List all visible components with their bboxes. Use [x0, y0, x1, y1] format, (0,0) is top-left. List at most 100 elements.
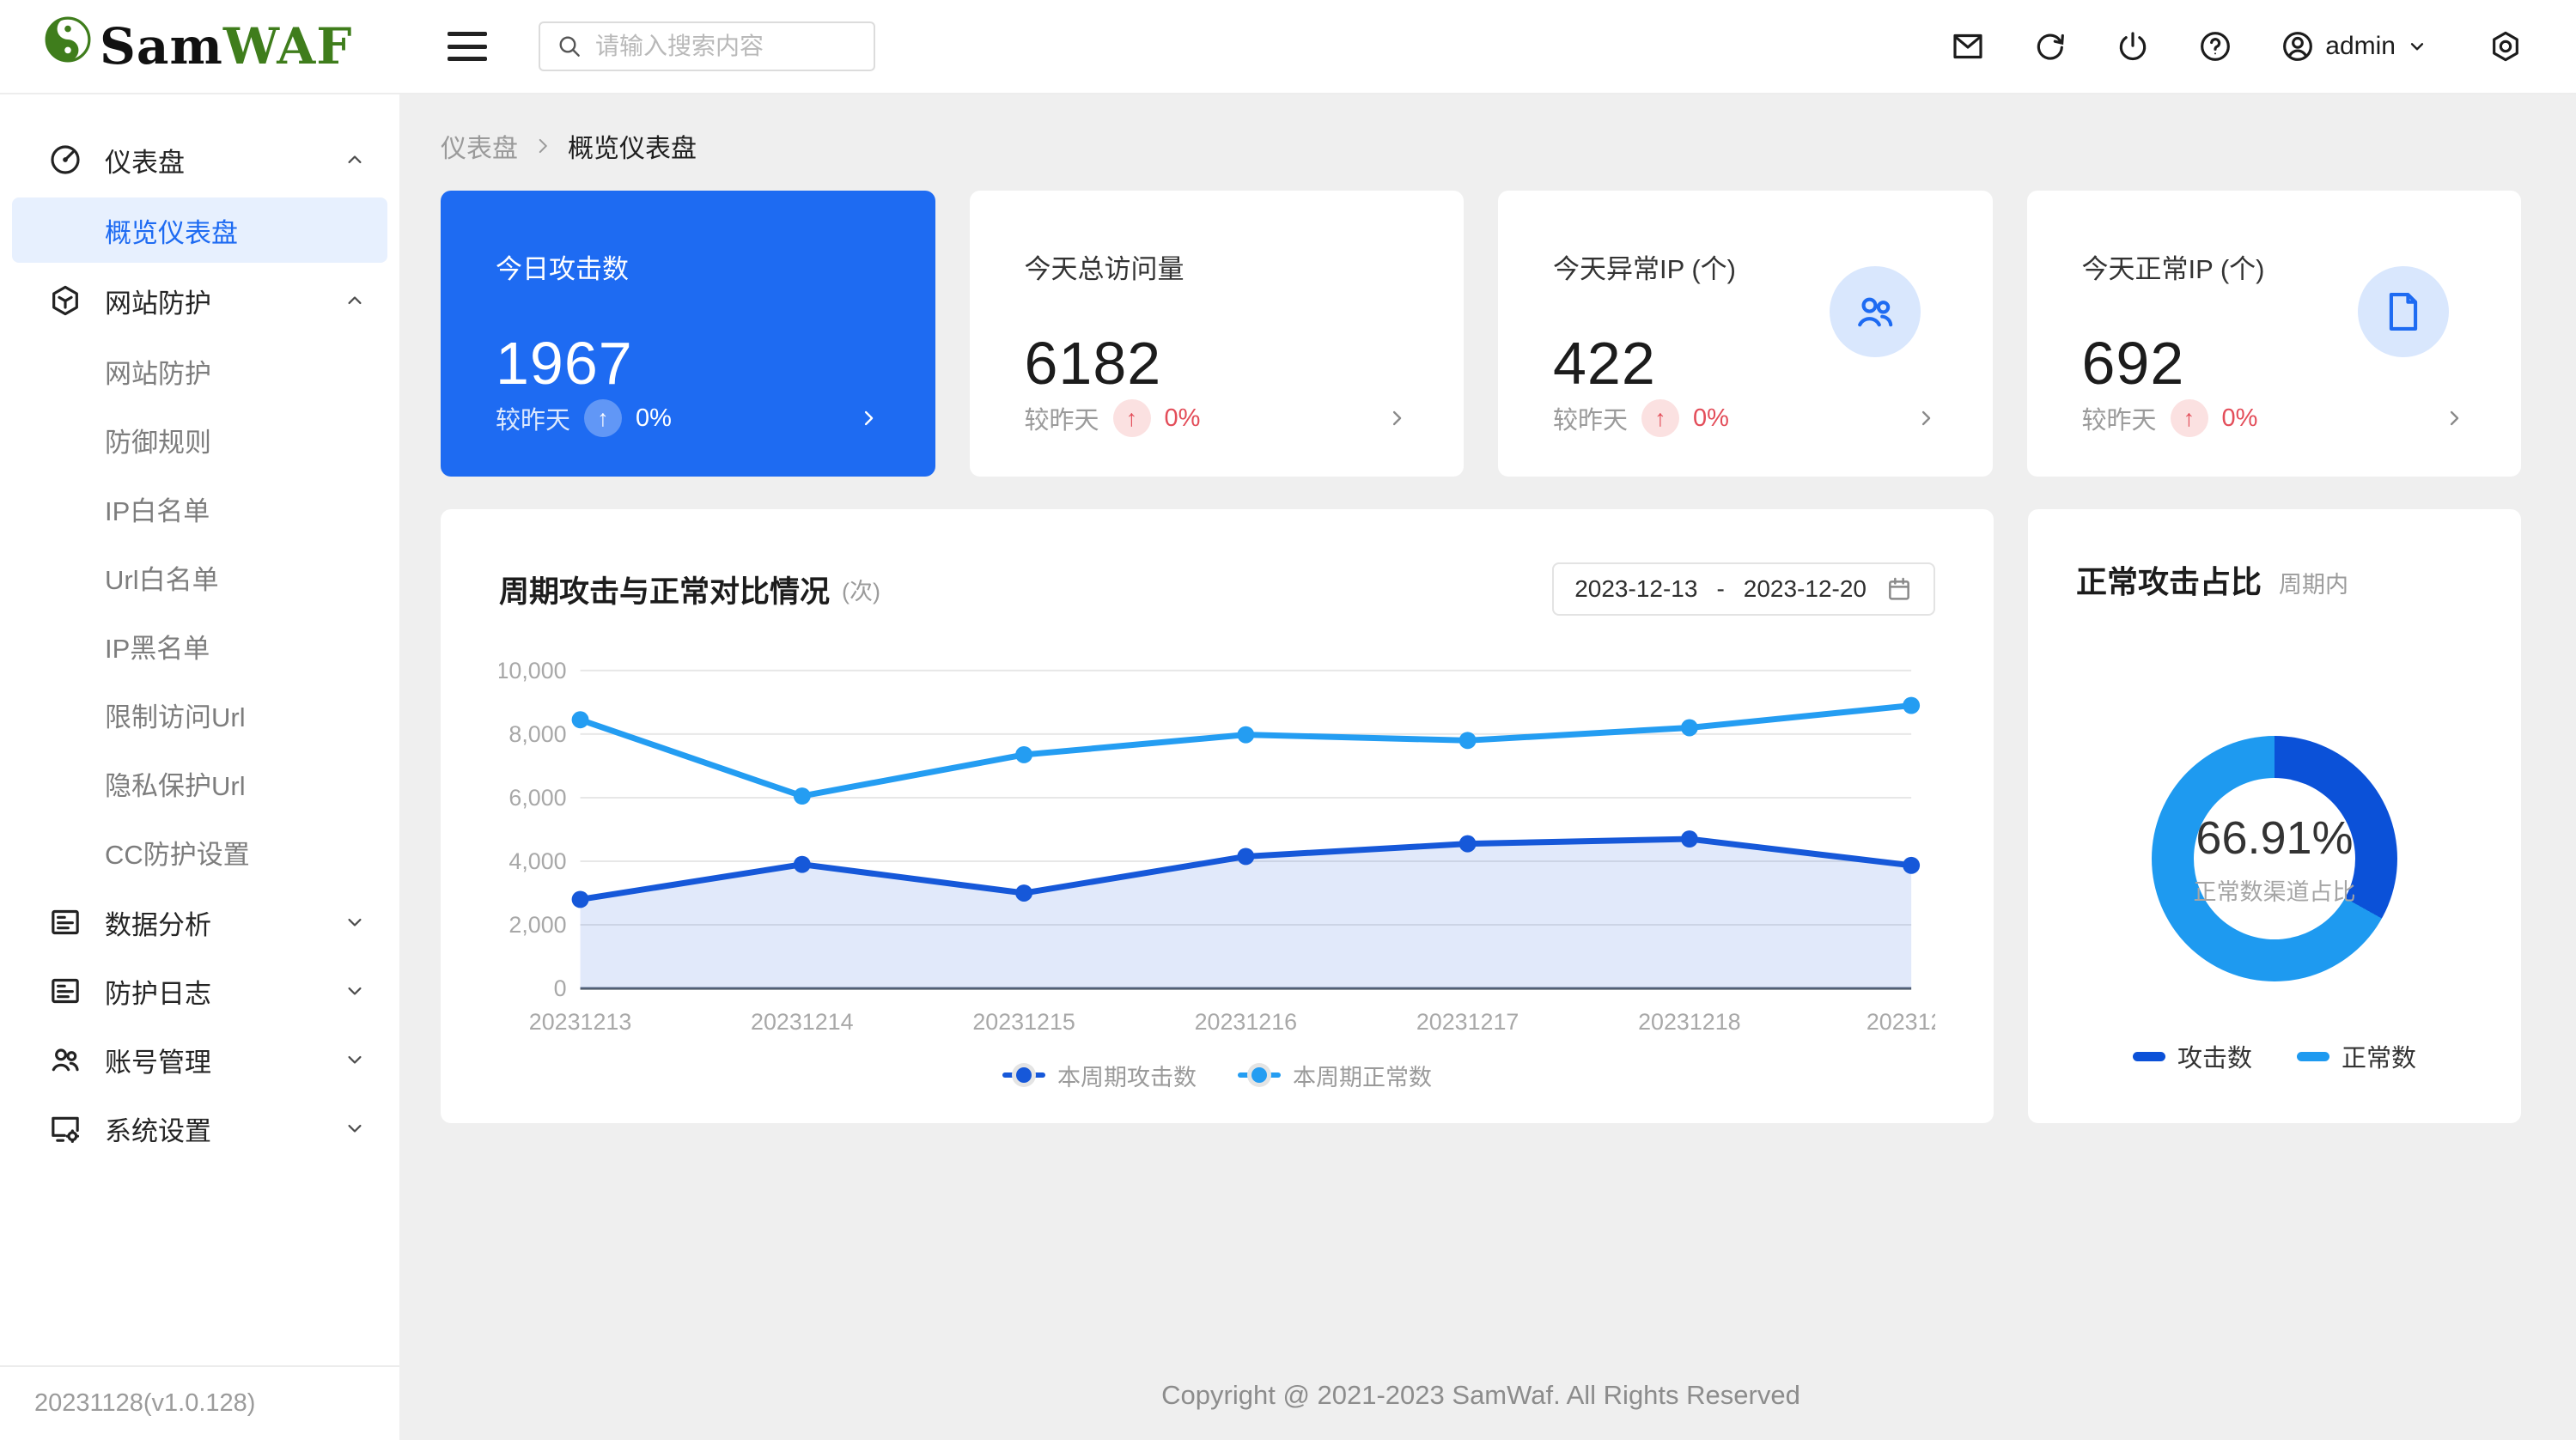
svg-text:2,000: 2,000	[509, 912, 566, 938]
sidebar-item[interactable]: 系统设置	[0, 1094, 399, 1163]
admin-menu[interactable]: admin	[2281, 29, 2428, 64]
search-input[interactable]	[595, 33, 905, 60]
legend-marker	[2297, 1052, 2329, 1061]
sidebar-subitem[interactable]: 防御规则	[12, 407, 387, 472]
sidebar-item-label: 仪表盘	[105, 141, 343, 179]
compare-label: 较昨天	[1553, 400, 1628, 436]
legend-item[interactable]: 攻击数	[2133, 1038, 2252, 1074]
hamburger-icon[interactable]	[448, 32, 487, 61]
chevron-up-icon	[343, 148, 367, 172]
sidebar-item-label: 防护日志	[105, 972, 343, 1011]
chevron-down-icon	[343, 1048, 367, 1072]
date-range-picker[interactable]: 2023-12-13 - 2023-12-20	[1552, 562, 1935, 616]
refresh-icon[interactable]	[2033, 29, 2067, 64]
legend-item[interactable]: 本周期攻击数	[1002, 1059, 1197, 1092]
breadcrumb-current: 概览仪表盘	[568, 127, 697, 165]
card-value: 6182	[1025, 329, 1410, 398]
compare-label: 较昨天	[496, 400, 570, 436]
trend-up-icon: ↑	[1641, 399, 1679, 437]
brand-logo[interactable]: SamWAF	[0, 17, 399, 76]
chart-title: 周期攻击与正常对比情况	[499, 568, 830, 611]
sidebar-subitem[interactable]: 网站防护	[12, 338, 387, 404]
top-header: SamWAF	[0, 0, 2576, 94]
global-search	[539, 21, 875, 71]
protect-log-icon	[48, 974, 82, 1008]
help-icon[interactable]	[2198, 29, 2232, 64]
chevron-down-icon	[343, 910, 367, 934]
donut-chart: 66.91% 正常数渠道占比	[2152, 736, 2397, 981]
card-chevron-right-icon[interactable]	[856, 406, 880, 430]
settings-icon[interactable]	[2488, 29, 2523, 64]
legend-marker	[2133, 1052, 2165, 1061]
chevron-down-icon	[2406, 35, 2428, 58]
stat-card-attacks-today: 今日攻击数 1967 较昨天 ↑ 0%	[441, 191, 935, 477]
shield-icon	[48, 283, 82, 318]
chevron-up-icon	[343, 289, 367, 313]
svg-text:20231218: 20231218	[1638, 1009, 1741, 1035]
chart-header: 周期攻击与正常对比情况 (次) 2023-12-13 - 2023-12-20	[499, 562, 1935, 616]
sidebar-item-label: 系统设置	[105, 1109, 343, 1148]
charts-row: 周期攻击与正常对比情况 (次) 2023-12-13 - 2023-12-20 …	[441, 509, 2521, 1123]
sidebar-subitem[interactable]: Url白名单	[12, 544, 387, 610]
yin-yang-logo-icon	[45, 16, 91, 63]
sidebar-subitem[interactable]: 隐私保护Url	[12, 750, 387, 816]
trend-percent: 0%	[1165, 404, 1201, 433]
sidebar-subitem[interactable]: IP黑名单	[12, 613, 387, 678]
icon-bubble	[1830, 266, 1921, 357]
compare-label: 较昨天	[1025, 400, 1099, 436]
card-chevron-right-icon[interactable]	[1385, 406, 1409, 430]
sidebar: 仪表盘概览仪表盘网站防护网站防护防御规则IP白名单Url白名单IP黑名单限制访问…	[0, 94, 399, 1440]
card-chevron-right-icon[interactable]	[2442, 406, 2466, 430]
legend-marker	[1238, 1072, 1281, 1078]
date-from: 2023-12-13	[1574, 575, 1697, 603]
samwaf-app: SamWAF	[0, 0, 2576, 1440]
sidebar-item[interactable]: 数据分析	[0, 888, 399, 957]
breadcrumb-parent[interactable]: 仪表盘	[441, 127, 518, 165]
svg-text:6,000: 6,000	[509, 785, 566, 811]
sidebar-item[interactable]: 网站防护	[0, 266, 399, 335]
svg-text:2023121: 2023121	[1867, 1009, 1935, 1035]
sidebar-item[interactable]: 账号管理	[0, 1025, 399, 1094]
brand-text: SamWAF	[100, 17, 352, 76]
sidebar-subitem[interactable]: 限制访问Url	[12, 682, 387, 747]
card-footer: 较昨天 ↑ 0%	[496, 399, 880, 437]
donut-header: 正常攻击占比 周期内	[2076, 557, 2473, 602]
svg-text:8,000: 8,000	[509, 721, 566, 747]
admin-username: admin	[2325, 32, 2396, 61]
donut-center: 66.91% 正常数渠道占比	[2152, 736, 2397, 981]
icon-bubble	[2358, 266, 2449, 357]
breadcrumb: 仪表盘 概览仪表盘	[441, 127, 2521, 165]
trend-up-icon: ↑	[1113, 399, 1151, 437]
donut-legend: 攻击数 正常数	[2133, 1038, 2416, 1074]
trend-up-icon: ↑	[2171, 399, 2208, 437]
stat-card-normal-ip: 今天正常IP (个) 692 较昨天 ↑ 0%	[2027, 191, 2522, 477]
mail-icon[interactable]	[1951, 29, 1985, 64]
search-icon	[556, 33, 583, 60]
version-text: 20231128(v1.0.128)	[0, 1365, 399, 1440]
card-footer: 较昨天 ↑ 0%	[2082, 399, 2467, 437]
sidebar-item[interactable]: 仪表盘	[0, 125, 399, 194]
donut-chart-card: 正常攻击占比 周期内 66.91% 正常数渠道占比 攻击数 正常数	[2028, 509, 2521, 1123]
card-chevron-right-icon[interactable]	[1914, 406, 1938, 430]
svg-text:20231216: 20231216	[1195, 1009, 1298, 1035]
legend-item[interactable]: 本周期正常数	[1238, 1059, 1432, 1092]
compare-label: 较昨天	[2082, 400, 2157, 436]
sidebar-item-label: 账号管理	[105, 1041, 343, 1079]
sidebar-menu: 仪表盘概览仪表盘网站防护网站防护防御规则IP白名单Url白名单IP黑名单限制访问…	[0, 94, 399, 1163]
attack-vs-normal-line-chart: 02,0004,0006,0008,00010,0002023121320231…	[499, 645, 1935, 1057]
sidebar-subitem[interactable]: CC防护设置	[12, 819, 387, 884]
legend-item[interactable]: 正常数	[2297, 1038, 2416, 1074]
trend-percent: 0%	[2222, 404, 2258, 433]
chevron-down-icon	[343, 979, 367, 1003]
power-icon[interactable]	[2116, 29, 2150, 64]
sidebar-subitem[interactable]: IP白名单	[12, 476, 387, 541]
svg-text:20231213: 20231213	[529, 1009, 632, 1035]
svg-text:20231217: 20231217	[1416, 1009, 1519, 1035]
sidebar-item[interactable]: 防护日志	[0, 957, 399, 1025]
sidebar-subitem[interactable]: 概览仪表盘	[12, 197, 387, 263]
card-title: 今天总访问量	[1025, 247, 1410, 286]
system-settings-icon	[48, 1111, 82, 1145]
card-footer: 较昨天 ↑ 0%	[1553, 399, 1938, 437]
dashboard-icon	[48, 143, 82, 177]
chart-unit: (次)	[842, 573, 880, 606]
